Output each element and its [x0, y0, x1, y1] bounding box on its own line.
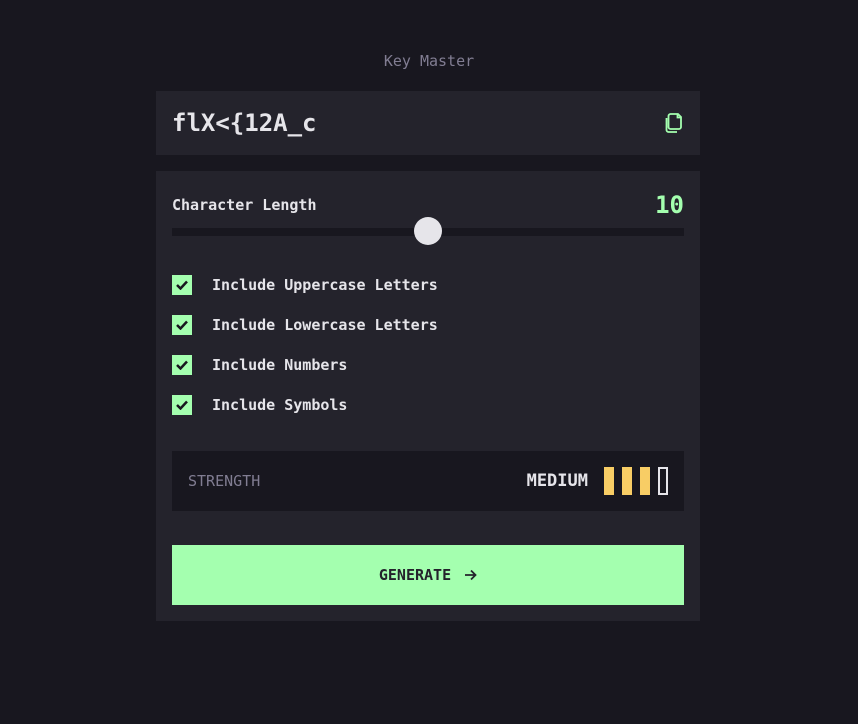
generate-button[interactable]: GENERATE — [172, 545, 684, 605]
option-label: Include Uppercase Letters — [212, 276, 438, 294]
option-label: Include Numbers — [212, 356, 348, 374]
numbers-checkbox[interactable] — [172, 355, 192, 375]
lowercase-checkbox[interactable] — [172, 315, 192, 335]
strength-bar — [604, 467, 614, 495]
strength-label: STRENGTH — [188, 472, 261, 490]
check-icon — [176, 320, 188, 330]
strength-bar — [658, 467, 668, 495]
strength-bar — [622, 467, 632, 495]
generate-label: GENERATE — [378, 566, 452, 584]
copy-icon[interactable] — [664, 112, 684, 134]
check-icon — [176, 280, 188, 290]
option-symbols[interactable]: Include Symbols — [172, 395, 684, 415]
option-lowercase[interactable]: Include Lowercase Letters — [172, 315, 684, 335]
option-uppercase[interactable]: Include Uppercase Letters — [172, 275, 684, 295]
strength-bars — [604, 467, 668, 495]
options-list: Include Uppercase Letters Include Lowerc… — [172, 275, 684, 435]
strength-value: MEDIUM — [526, 471, 588, 491]
length-row: Character Length 10 — [172, 191, 684, 219]
settings-panel: Character Length 10 Include Uppercase Le… — [156, 171, 700, 621]
length-value: 10 — [655, 191, 684, 219]
password-text: flX<{12A_c — [172, 109, 317, 137]
length-label: Character Length — [172, 196, 317, 214]
check-icon — [176, 400, 188, 410]
app-title: Key Master — [383, 52, 475, 70]
strength-indicator: MEDIUM — [527, 467, 668, 495]
arrow-right-icon — [465, 569, 477, 581]
option-label: Include Lowercase Letters — [212, 316, 438, 334]
check-icon — [176, 360, 188, 370]
strength-bar — [640, 467, 650, 495]
length-slider-thumb[interactable] — [414, 217, 442, 245]
option-label: Include Symbols — [212, 396, 348, 414]
uppercase-checkbox[interactable] — [172, 275, 192, 295]
option-numbers[interactable]: Include Numbers — [172, 355, 684, 375]
password-output: flX<{12A_c — [156, 91, 700, 155]
strength-meter: STRENGTH MEDIUM — [172, 451, 684, 511]
symbols-checkbox[interactable] — [172, 395, 192, 415]
